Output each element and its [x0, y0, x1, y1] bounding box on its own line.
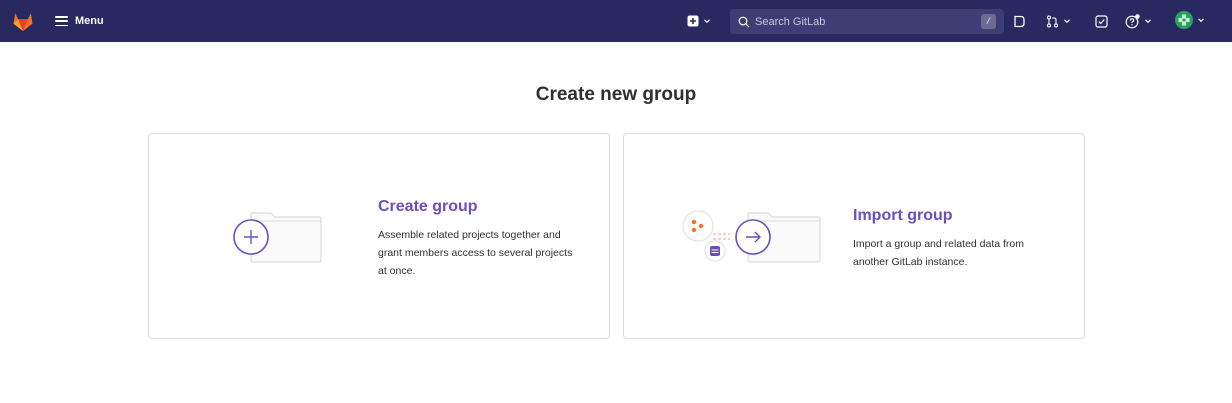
todo-icon: [1095, 14, 1108, 28]
chevron-down-icon: [704, 19, 710, 24]
hamburger-icon: [55, 16, 68, 26]
search-shortcut-badge: /: [981, 14, 996, 29]
chevron-down-icon: [1145, 19, 1151, 24]
search-bar[interactable]: /: [730, 9, 1004, 34]
chevron-down-icon: [1198, 18, 1204, 23]
top-navbar: Menu /: [0, 0, 1232, 42]
issues-icon: [1014, 15, 1025, 27]
gitlab-logo[interactable]: [11, 9, 35, 33]
menu-button[interactable]: Menu: [55, 11, 104, 31]
card-description: Assemble related projects together and g…: [378, 229, 573, 277]
card-description: Import a group and related data from ano…: [853, 238, 1025, 268]
search-input[interactable]: [755, 15, 965, 28]
search-icon: [738, 16, 750, 27]
page-title: Create new group: [535, 84, 697, 105]
todos-button[interactable]: [1095, 12, 1108, 30]
merge-requests-button[interactable]: [1046, 12, 1071, 30]
avatar: [1175, 11, 1193, 29]
plus-square-icon: [687, 15, 699, 27]
import-group-card[interactable]: Import group Import a group and related …: [623, 133, 1085, 339]
folder-plus-illustration: [233, 212, 322, 263]
chevron-down-icon: [1064, 19, 1070, 24]
user-menu-button[interactable]: [1175, 11, 1205, 29]
help-button[interactable]: [1125, 12, 1152, 30]
card-title[interactable]: Import group: [853, 207, 953, 225]
card-title[interactable]: Create group: [378, 198, 478, 216]
create-group-card[interactable]: Create group Assemble related projects t…: [148, 133, 610, 339]
help-icon: [1125, 13, 1140, 28]
menu-label: Menu: [75, 15, 104, 27]
folder-import-illustration: [682, 210, 821, 263]
issues-button[interactable]: [1013, 12, 1026, 30]
new-dropdown-button[interactable]: [687, 12, 711, 30]
merge-request-icon: [1046, 14, 1059, 28]
